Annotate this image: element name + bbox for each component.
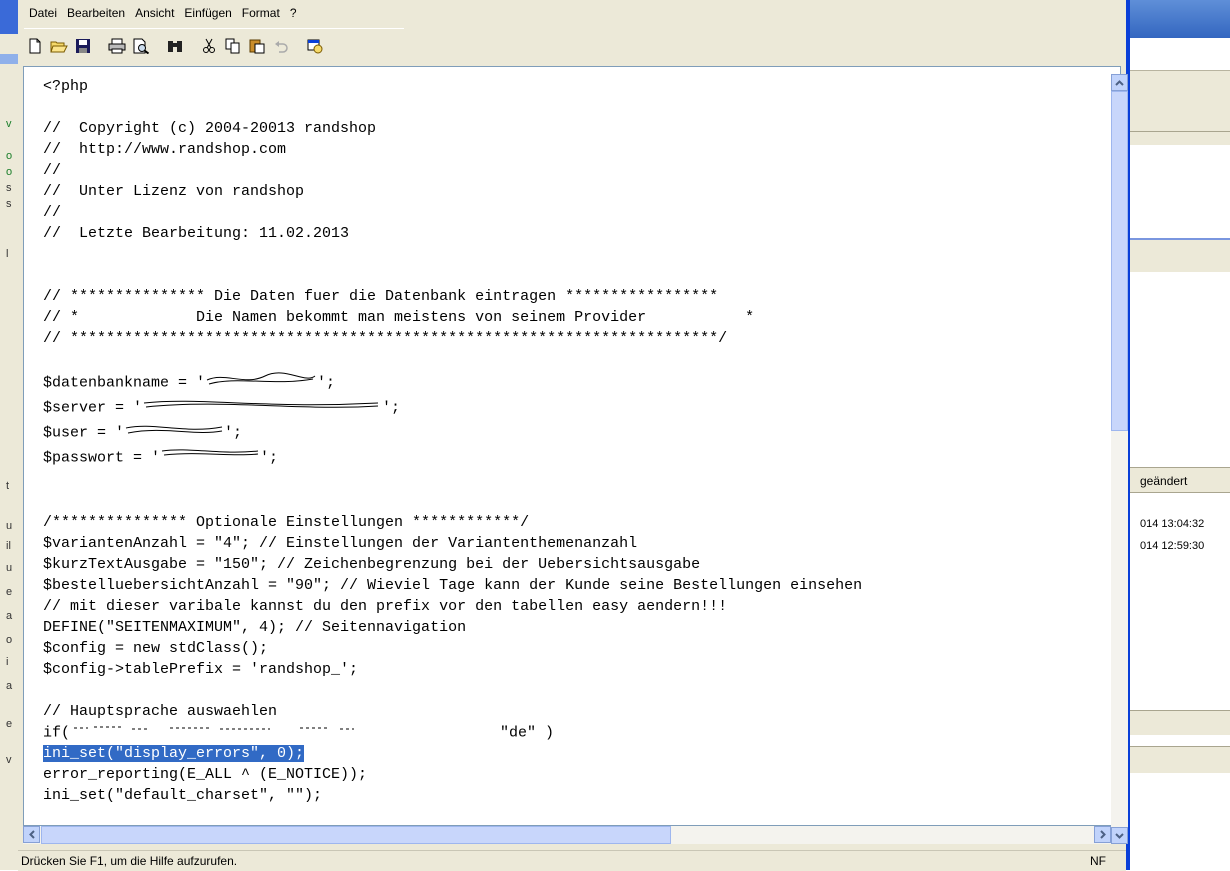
code-line: // Unter Lizenz von randshop [43,183,305,200]
chevron-right-icon [1099,830,1106,839]
editor-window: Datei Bearbeiten Ansicht Einfügen Format… [18,0,1130,871]
chevron-up-icon [1115,79,1124,86]
menu-einfuegen[interactable]: Einfügen [179,6,236,20]
undo-icon [275,41,288,53]
print-preview-button[interactable] [130,35,152,57]
background-window-left: v o o s s l t u il u e a o i a e v [0,0,19,870]
redacted-scribble [70,722,500,743]
undo-button[interactable] [270,35,292,57]
paste-button[interactable] [246,35,268,57]
status-help-text: Drücken Sie F1, um die Hilfe aufzurufen. [21,854,238,868]
insert-date-button[interactable] [304,35,326,57]
cut-scissors-icon [203,38,215,53]
code-line: DEFINE("SEITENMAXIMUM", 4); // Seitennav… [43,619,467,636]
background-strip [1130,710,1230,735]
code-line: $config = new stdClass(); [43,640,269,657]
insert-date-icon [307,39,323,54]
print-icon [108,38,126,54]
code-line: ini_set("default_charset", ""); [43,787,323,805]
open-folder-icon [50,41,68,53]
horizontal-scroll-thumb[interactable] [41,826,671,844]
code-line: $config->tablePrefix = 'randshop_'; [43,661,359,678]
code-line: // * Die Namen bekommt man meistens von … [43,309,755,326]
background-strip [1130,746,1230,773]
save-disk-icon [76,39,90,53]
scroll-down-button[interactable] [1111,827,1128,844]
code-line: // Letzte Bearbeitung: 11.02.2013 [43,225,350,242]
code-line: $passwort = ' [43,449,161,467]
code-line: error_reporting(E_ALL ^ (E_NOTICE)); [43,766,368,784]
scroll-right-button[interactable] [1094,826,1111,843]
new-document-icon [29,38,41,54]
background-titlebar [1130,0,1230,38]
code-line: // mit dieser varibale kannst du den pre… [43,598,728,615]
redacted-scribble [142,395,382,420]
code-line: $server = ' [43,399,143,417]
scroll-left-button[interactable] [23,826,40,843]
vertical-scroll-thumb[interactable] [1111,91,1128,431]
code-line: <?php [43,78,89,95]
menu-format[interactable]: Format [237,6,285,20]
text-editor-area[interactable]: <?php // Copyright (c) 2004-20013 randsh… [23,66,1121,826]
save-button[interactable] [72,35,94,57]
print-button[interactable] [106,35,128,57]
menu-help[interactable]: ? [285,6,302,20]
code-text: <?php // Copyright (c) 2004-20013 randsh… [43,76,862,806]
find-button[interactable] [164,35,186,57]
code-line: // http://www.randshop.com [43,141,287,158]
code-line: $user = ' [43,424,125,442]
code-token: '; [260,449,279,467]
code-line: // *************** Die Daten fuer die Da… [43,288,719,305]
code-line: // Hauptsprache auswaehlen [43,703,278,720]
cut-button[interactable] [198,35,220,57]
open-button[interactable] [48,35,70,57]
code-line: $bestelluebersichtAnzahl = "90"; // Wiev… [43,577,863,594]
toolbar [24,28,404,63]
code-token: '; [317,374,336,392]
background-window-right: geändert 014 13:04:32 014 12:59:30 [1130,0,1230,870]
background-column-header: geändert [1130,467,1230,493]
paste-icon [249,39,265,54]
redacted-scribble [124,420,224,445]
code-line: $datenbankname = ' [43,374,206,392]
code-token: "de" ) [500,724,555,742]
code-line: if( [43,724,71,742]
code-line: // [43,204,62,221]
code-line: /*************** Optionale Einstellungen… [43,514,530,531]
print-preview-icon [133,38,150,54]
status-bar: Drücken Sie F1, um die Hilfe aufzurufen.… [18,850,1126,871]
background-panel [1130,70,1230,145]
menu-bearbeiten[interactable]: Bearbeiten [62,6,130,20]
redacted-scribble [205,370,317,395]
chevron-down-icon [1115,832,1124,839]
code-token: '; [224,424,243,442]
code-line: // *************************************… [43,330,728,347]
background-panel [1130,238,1230,272]
code-line: // Copyright (c) 2004-20013 randshop [43,120,377,137]
redacted-scribble [160,445,260,470]
code-line: // [43,162,62,179]
code-line: $kurzTextAusgabe = "150"; // Zeichenbegr… [43,556,701,573]
menu-ansicht[interactable]: Ansicht [130,6,179,20]
chevron-left-icon [28,830,35,839]
copy-button[interactable] [222,35,244,57]
find-binoculars-icon [168,41,182,52]
copy-icon [225,38,240,54]
background-list-item: 014 12:59:30 [1140,540,1205,552]
menu-datei[interactable]: Datei [24,6,62,20]
menu-bar: Datei Bearbeiten Ansicht Einfügen Format… [24,0,302,26]
scroll-up-button[interactable] [1111,74,1128,91]
vertical-scrollbar[interactable] [1111,74,1128,844]
background-list-item: 014 13:04:32 [1140,518,1205,530]
selected-code-line: ini_set("display_errors", 0); [43,745,305,763]
horizontal-scrollbar[interactable] [23,826,1111,844]
code-line: $variantenAnzahl = "4"; // Einstellungen… [43,535,638,552]
status-mode-indicator: NF [1090,854,1106,868]
code-token: '; [382,399,401,417]
new-document-button[interactable] [24,35,46,57]
